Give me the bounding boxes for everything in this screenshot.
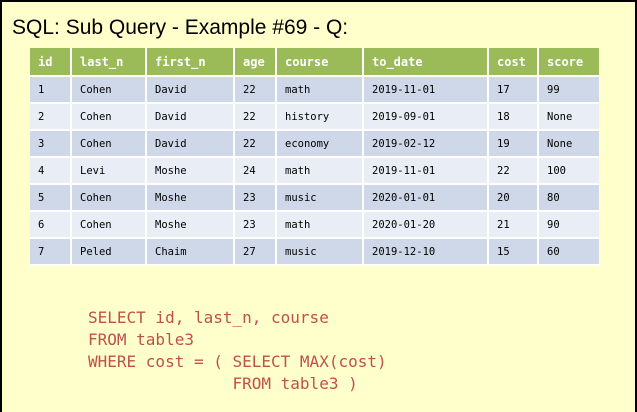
cell-first-n: David	[146, 130, 235, 158]
cell-score: 90	[538, 211, 599, 239]
cell-last-n: Peled	[71, 238, 147, 266]
cell-score: None	[538, 103, 599, 131]
cell-id: 5	[30, 184, 72, 212]
cell-age: 24	[234, 157, 277, 185]
cell-to-date: 2020-01-20	[363, 211, 489, 239]
column-header-first-n: first_n	[146, 48, 235, 77]
cell-last-n: Cohen	[71, 103, 147, 131]
cell-course: history	[276, 103, 364, 131]
sql-line: WHERE cost = ( SELECT MAX(cost)	[88, 352, 387, 371]
cell-cost: 22	[488, 157, 539, 185]
cell-last-n: Cohen	[71, 211, 147, 239]
sql-line: SELECT id, last_n, course	[88, 308, 329, 327]
cell-last-n: Cohen	[71, 76, 147, 104]
cell-first-n: David	[146, 103, 235, 131]
cell-id: 7	[30, 238, 72, 266]
cell-course: math	[276, 211, 364, 239]
cell-last-n: Levi	[71, 157, 147, 185]
table-row: 6 Cohen Moshe 23 math 2020-01-20 21 90	[30, 211, 599, 239]
sql-line: FROM table3 )	[88, 374, 358, 393]
cell-course: math	[276, 76, 364, 104]
cell-id: 3	[30, 130, 72, 158]
cell-cost: 17	[488, 76, 539, 104]
column-header-cost: cost	[488, 48, 539, 77]
cell-cost: 21	[488, 211, 539, 239]
cell-score: 80	[538, 184, 599, 212]
cell-to-date: 2019-11-01	[363, 157, 489, 185]
cell-first-n: Moshe	[146, 211, 235, 239]
table-header-row: id last_n first_n age course to_date cos…	[30, 48, 599, 77]
cell-course: music	[276, 238, 364, 266]
cell-last-n: Cohen	[71, 184, 147, 212]
cell-first-n: Moshe	[146, 157, 235, 185]
cell-to-date: 2020-01-01	[363, 184, 489, 212]
cell-to-date: 2019-12-10	[363, 238, 489, 266]
cell-age: 22	[234, 103, 277, 131]
cell-id: 4	[30, 157, 72, 185]
table-row: 4 Levi Moshe 24 math 2019-11-01 22 100	[30, 157, 599, 185]
cell-score: 100	[538, 157, 599, 185]
cell-to-date: 2019-02-12	[363, 130, 489, 158]
table-row: 5 Cohen Moshe 23 music 2020-01-01 20 80	[30, 184, 599, 212]
column-header-course: course	[276, 48, 364, 77]
cell-age: 22	[234, 130, 277, 158]
cell-age: 22	[234, 76, 277, 104]
sql-query: SELECT id, last_n, course FROM table3 WHER…	[88, 307, 387, 395]
column-header-to-date: to_date	[363, 48, 489, 77]
cell-age: 23	[234, 184, 277, 212]
cell-cost: 15	[488, 238, 539, 266]
table-row: 1 Cohen David 22 math 2019-11-01 17 99	[30, 76, 599, 104]
cell-course: math	[276, 157, 364, 185]
column-header-id: id	[30, 48, 72, 77]
cell-score: 60	[538, 238, 599, 266]
cell-id: 1	[30, 76, 72, 104]
cell-id: 2	[30, 103, 72, 131]
cell-first-n: Chaim	[146, 238, 235, 266]
table-row: 2 Cohen David 22 history 2019-09-01 18 N…	[30, 103, 599, 131]
cell-course: music	[276, 184, 364, 212]
cell-first-n: Moshe	[146, 184, 235, 212]
column-header-age: age	[234, 48, 277, 77]
cell-age: 27	[234, 238, 277, 266]
cell-score: None	[538, 130, 599, 158]
cell-to-date: 2019-09-01	[363, 103, 489, 131]
column-header-score: score	[538, 48, 599, 77]
slide-title: SQL: Sub Query - Example #69 - Q:	[12, 16, 349, 39]
cell-course: economy	[276, 130, 364, 158]
cell-last-n: Cohen	[71, 130, 147, 158]
cell-score: 99	[538, 76, 599, 104]
cell-cost: 19	[488, 130, 539, 158]
data-table: id last_n first_n age course to_date cos…	[30, 48, 599, 266]
cell-id: 6	[30, 211, 72, 239]
table-row: 3 Cohen David 22 economy 2019-02-12 19 N…	[30, 130, 599, 158]
sql-line: FROM table3	[88, 330, 194, 349]
cell-first-n: David	[146, 76, 235, 104]
column-header-last-n: last_n	[71, 48, 147, 77]
slide: SQL: Sub Query - Example #69 - Q: id las…	[0, 0, 637, 412]
cell-cost: 18	[488, 103, 539, 131]
cell-age: 23	[234, 211, 277, 239]
cell-to-date: 2019-11-01	[363, 76, 489, 104]
cell-cost: 20	[488, 184, 539, 212]
table-row: 7 Peled Chaim 27 music 2019-12-10 15 60	[30, 238, 599, 266]
